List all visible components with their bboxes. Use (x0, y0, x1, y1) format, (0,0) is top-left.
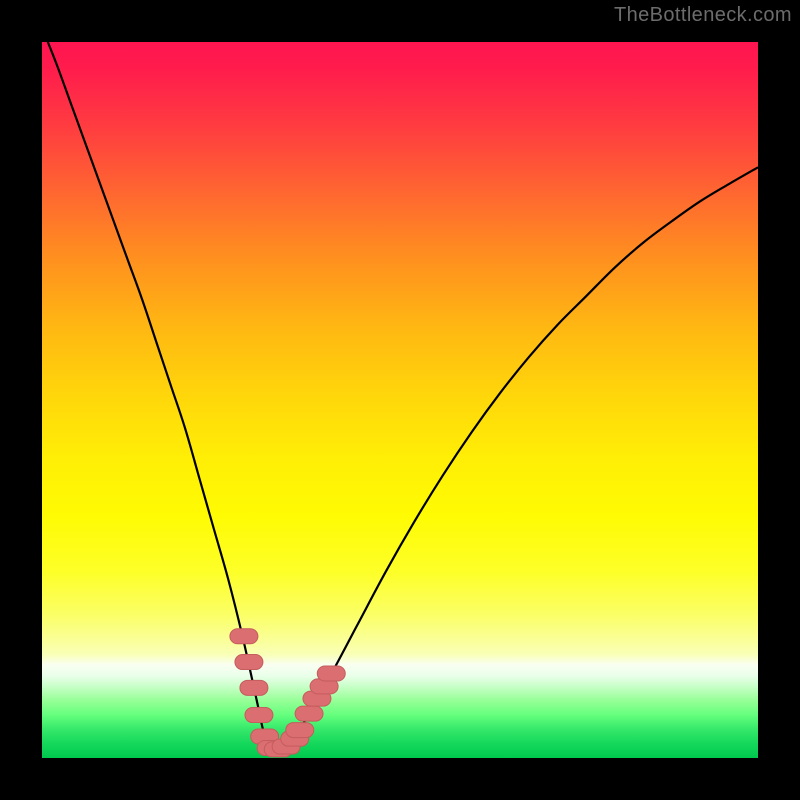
plot-area (42, 42, 758, 758)
valley-marker (286, 723, 314, 738)
bottleneck-curve (42, 42, 758, 750)
valley-marker (317, 666, 345, 681)
curve-layer (42, 42, 758, 758)
valley-markers (230, 629, 345, 757)
valley-marker (235, 655, 263, 670)
valley-marker (295, 706, 323, 721)
chart-frame: TheBottleneck.com (0, 0, 800, 800)
valley-marker (240, 680, 268, 695)
valley-marker (245, 708, 273, 723)
valley-marker (230, 629, 258, 644)
watermark-text: TheBottleneck.com (614, 4, 792, 27)
